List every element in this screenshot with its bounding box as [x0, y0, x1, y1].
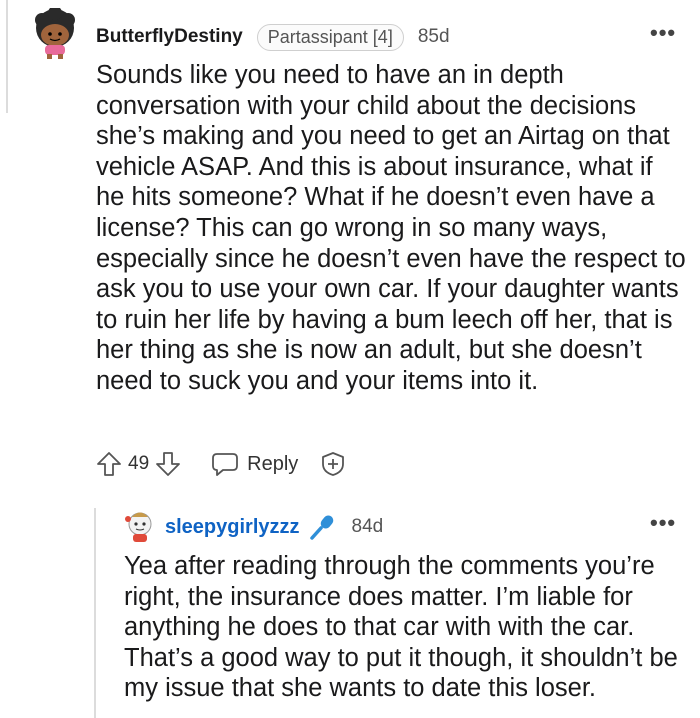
more-options-icon[interactable]: ••• — [650, 510, 676, 536]
upvote-arrow-icon[interactable] — [96, 451, 122, 477]
vote-count: 49 — [128, 453, 150, 474]
thread-line — [6, 0, 8, 113]
thread-line — [94, 508, 96, 718]
reply-age: 84d — [351, 516, 384, 537]
user-avatar[interactable] — [32, 8, 78, 60]
microphone-icon — [308, 513, 338, 541]
downvote-arrow-icon[interactable] — [155, 451, 181, 477]
reply-author[interactable]: sleepygirlyzzz — [165, 516, 300, 539]
comment-author[interactable]: ButterflyDestiny — [96, 26, 243, 48]
reply-button[interactable]: Reply — [211, 451, 298, 477]
more-options-icon[interactable]: ••• — [650, 20, 676, 46]
speech-bubble-icon — [211, 451, 239, 477]
reply-body: Yea after reading through the comments y… — [124, 552, 678, 703]
reply-meta: sleepygirlyzzz 84d — [165, 514, 383, 540]
user-flair: Partassipant [4] — [256, 23, 404, 51]
plus-shield-icon[interactable] — [320, 451, 346, 477]
comment-body: Sounds like you need to have an in depth… — [96, 61, 686, 395]
user-avatar[interactable] — [124, 509, 156, 543]
reply-label: Reply — [247, 452, 299, 475]
comment-age: 85d — [417, 26, 450, 47]
comment-actions: 49 Reply — [96, 447, 346, 481]
comment-meta: ButterflyDestiny Partassipant [4] 85d — [96, 23, 450, 51]
